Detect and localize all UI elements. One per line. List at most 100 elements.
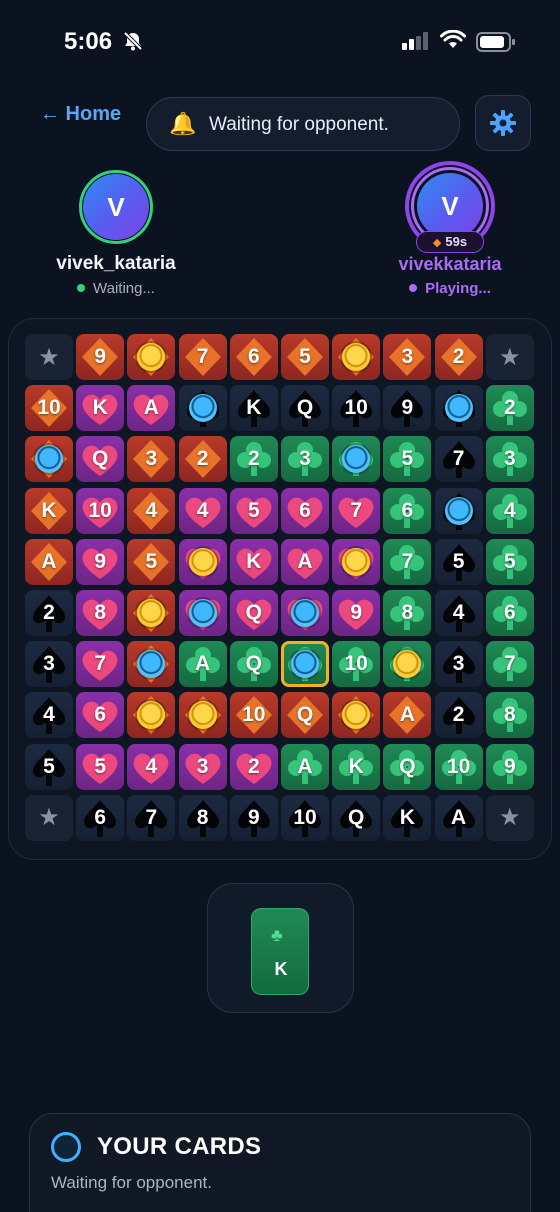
board-corner-cell[interactable]: ★: [25, 334, 73, 380]
board-cell[interactable]: 5: [485, 538, 534, 585]
board-cell[interactable]: 8: [178, 794, 227, 841]
board-cell[interactable]: [281, 590, 329, 636]
board-cell[interactable]: 9: [485, 743, 534, 790]
board-cell[interactable]: 2: [229, 743, 278, 790]
board-cell[interactable]: 8: [383, 590, 432, 636]
board-cell[interactable]: 3: [127, 436, 176, 483]
board-cell[interactable]: 3: [178, 743, 227, 790]
board-cell[interactable]: A: [281, 743, 329, 790]
board-cell[interactable]: 2: [434, 334, 483, 380]
board-cell[interactable]: 4: [485, 487, 534, 534]
board-cell[interactable]: 9: [383, 385, 432, 432]
board-cell[interactable]: 5: [229, 487, 278, 534]
board-cell[interactable]: 6: [383, 487, 432, 534]
board-cell[interactable]: A: [434, 794, 483, 841]
board-corner-cell[interactable]: ★: [25, 794, 73, 841]
board-cell[interactable]: 6: [76, 692, 125, 739]
board-cell[interactable]: Q: [76, 436, 125, 483]
board-cell[interactable]: [281, 641, 329, 688]
board-cell[interactable]: [127, 692, 176, 739]
board-cell[interactable]: [25, 436, 73, 483]
board-cell[interactable]: Q: [281, 692, 329, 739]
board-cell[interactable]: 2: [178, 436, 227, 483]
board-cell[interactable]: [332, 334, 381, 380]
board-cell[interactable]: 2: [25, 590, 73, 636]
board-cell[interactable]: 9: [229, 794, 278, 841]
board-cell[interactable]: A: [25, 538, 73, 585]
board-cell[interactable]: [127, 334, 176, 380]
board-cell[interactable]: Q: [229, 641, 278, 688]
board-cell[interactable]: 5: [25, 743, 73, 790]
board-cell[interactable]: 4: [127, 743, 176, 790]
board-cell[interactable]: 2: [485, 385, 534, 432]
board-cell[interactable]: 10: [434, 743, 483, 790]
board-cell[interactable]: 10: [229, 692, 278, 739]
home-link[interactable]: ← Home: [40, 103, 121, 126]
board-cell[interactable]: 4: [178, 487, 227, 534]
board-cell[interactable]: [434, 385, 483, 432]
board-cell[interactable]: 9: [76, 538, 125, 585]
board-cell[interactable]: Q: [229, 590, 278, 636]
board-cell[interactable]: 3: [281, 436, 329, 483]
board-cell[interactable]: 3: [485, 436, 534, 483]
board-cell[interactable]: [127, 641, 176, 688]
board-cell[interactable]: 4: [434, 590, 483, 636]
board-cell[interactable]: 7: [76, 641, 125, 688]
board-cell[interactable]: 3: [434, 641, 483, 688]
board-cell[interactable]: [178, 590, 227, 636]
board-cell[interactable]: 5: [281, 334, 329, 380]
board-cell[interactable]: 7: [485, 641, 534, 688]
board-cell[interactable]: Q: [383, 743, 432, 790]
board-cell[interactable]: 6: [76, 794, 125, 841]
board-cell[interactable]: 3: [25, 641, 73, 688]
board-cell[interactable]: K: [25, 487, 73, 534]
board-cell[interactable]: Q: [281, 385, 329, 432]
board-cell[interactable]: [178, 538, 227, 585]
board-cell[interactable]: 10: [76, 487, 125, 534]
board-cell[interactable]: [332, 436, 381, 483]
board-cell[interactable]: [332, 692, 381, 739]
board-cell[interactable]: 6: [281, 487, 329, 534]
board-cell[interactable]: 2: [434, 692, 483, 739]
board-cell[interactable]: K: [229, 538, 278, 585]
board-cell[interactable]: 8: [485, 692, 534, 739]
board-cell[interactable]: 4: [25, 692, 73, 739]
board-cell[interactable]: A: [281, 538, 329, 585]
board-corner-cell[interactable]: ★: [485, 334, 534, 380]
board-cell[interactable]: K: [383, 794, 432, 841]
board-cell[interactable]: 2: [229, 436, 278, 483]
board-cell[interactable]: 3: [383, 334, 432, 380]
board-cell[interactable]: [178, 385, 227, 432]
board-cell[interactable]: 10: [281, 794, 329, 841]
board-cell[interactable]: K: [332, 743, 381, 790]
board-cell[interactable]: Q: [332, 794, 381, 841]
board-cell[interactable]: [127, 590, 176, 636]
board-cell[interactable]: A: [383, 692, 432, 739]
board-cell[interactable]: 7: [178, 334, 227, 380]
board-cell[interactable]: [332, 538, 381, 585]
board-cell[interactable]: 7: [332, 487, 381, 534]
board-cell[interactable]: 8: [76, 590, 125, 636]
board-corner-cell[interactable]: ★: [485, 794, 534, 841]
board-cell[interactable]: 10: [332, 641, 381, 688]
settings-button[interactable]: [475, 95, 531, 151]
board-cell[interactable]: 7: [434, 436, 483, 483]
current-card[interactable]: ♣ K: [251, 908, 309, 995]
board-cell[interactable]: 9: [76, 334, 125, 380]
board-cell[interactable]: 5: [434, 538, 483, 585]
board-cell[interactable]: 4: [127, 487, 176, 534]
board-cell[interactable]: [434, 487, 483, 534]
board-cell[interactable]: 7: [383, 538, 432, 585]
board-cell[interactable]: K: [229, 385, 278, 432]
board-cell[interactable]: 7: [127, 794, 176, 841]
board-cell[interactable]: A: [178, 641, 227, 688]
board-cell[interactable]: K: [76, 385, 125, 432]
board-cell[interactable]: 6: [485, 590, 534, 636]
board-cell[interactable]: 5: [383, 436, 432, 483]
board-cell[interactable]: 5: [127, 538, 176, 585]
board-cell[interactable]: 6: [229, 334, 278, 380]
board-cell[interactable]: 10: [25, 385, 73, 432]
board-cell[interactable]: 9: [332, 590, 381, 636]
board-cell[interactable]: 10: [332, 385, 381, 432]
board-cell[interactable]: 5: [76, 743, 125, 790]
